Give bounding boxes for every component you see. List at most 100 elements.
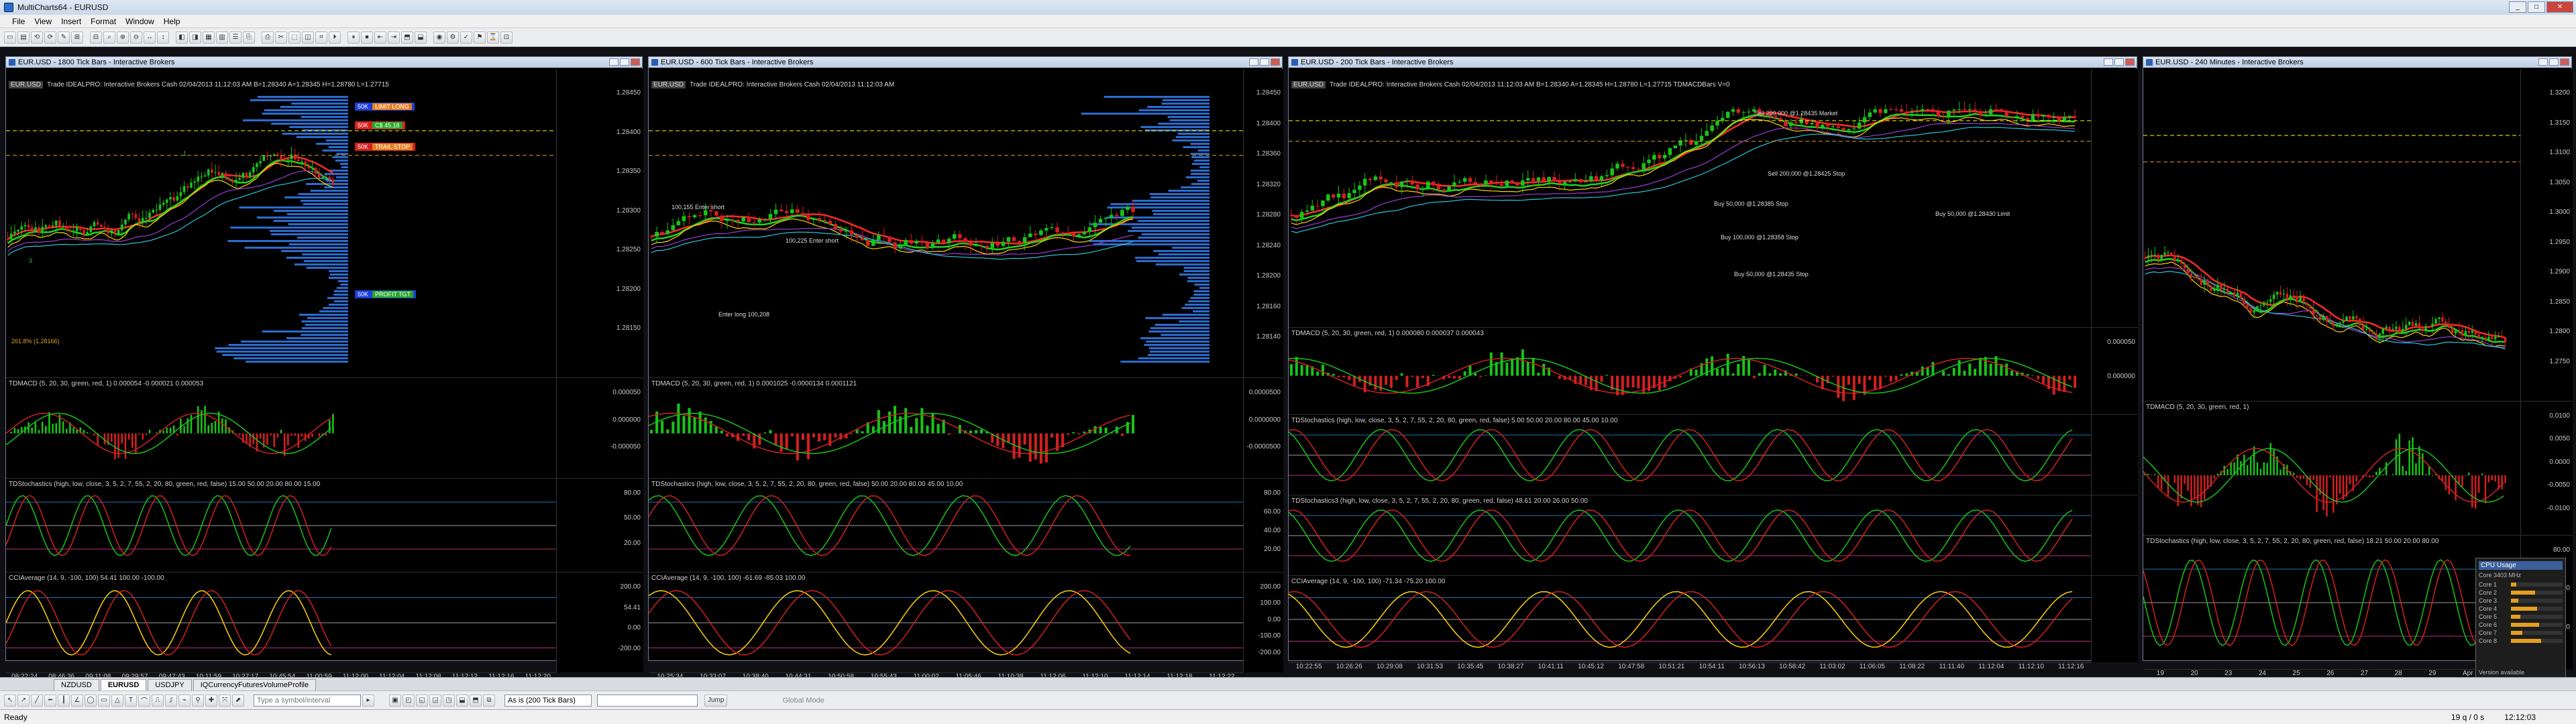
stoch-plot[interactable] (2143, 536, 2520, 670)
toolbar-button-16[interactable]: ☰ (229, 31, 241, 44)
tab-volume-profile[interactable]: IQCurrencyFuturesVolumeProfile (193, 679, 317, 690)
toolbar-button-12[interactable]: ◧ (176, 31, 188, 44)
draw-tool-12[interactable]: ⎎ (165, 694, 177, 707)
macd-plot[interactable] (649, 378, 1243, 479)
toolbar-button-29[interactable]: ⬓ (415, 31, 427, 44)
chart-close-button[interactable] (1271, 58, 1280, 66)
price-axis[interactable]: 1.3200 1.3150 1.3100 1.3050 1.3000 1.2950 1.29… (2520, 69, 2573, 401)
draw-tool-15[interactable]: ✚ (205, 694, 217, 707)
macd-axis[interactable]: 0.0100 0.0050 0.0000 -0.0050 -0.0100 (2520, 402, 2573, 535)
cci-plot[interactable] (649, 572, 1243, 673)
chart-close-button[interactable] (631, 58, 640, 66)
draw-tool-2[interactable]: ╱ (31, 694, 43, 707)
tab-eurusd[interactable]: EURUSD (100, 679, 147, 690)
menu-insert[interactable]: Insert (61, 17, 81, 26)
view-tool-7[interactable]: ⧉ (483, 694, 495, 707)
menu-window[interactable]: Window (125, 17, 154, 26)
price-axis[interactable]: 1.28450 1.28400 1.28350 1.28300 1.28250 1.282… (556, 69, 643, 377)
toolbar-button-13[interactable]: ◨ (189, 31, 201, 44)
draw-tool-5[interactable]: ∠ (71, 694, 83, 707)
view-tool-0[interactable]: ▣ (389, 694, 401, 707)
draw-tool-4[interactable]: ┃ (58, 694, 70, 707)
toolbar-button-35[interactable]: ⊡ (500, 31, 513, 44)
stoch-plot[interactable] (6, 479, 556, 572)
global-mode-label[interactable]: Global Mode (782, 697, 824, 705)
draw-tool-1[interactable]: ↗ (17, 694, 30, 707)
chart-maximize-button[interactable] (620, 58, 629, 66)
menu-help[interactable]: Help (164, 17, 180, 26)
chart-maximize-button[interactable] (2549, 58, 2559, 66)
chart-close-button[interactable] (2125, 58, 2135, 66)
stoch-axis[interactable]: 80.00 50.00 20.00 (556, 479, 643, 572)
draw-tool-9[interactable]: T (125, 694, 137, 707)
stoch2-axis[interactable] (2091, 495, 2138, 575)
toolbar-button-21[interactable]: ◫ (302, 31, 314, 44)
order-marker[interactable]: 50K C$ 45.18 (355, 121, 405, 129)
macd-axis[interactable]: 0.000050 0.000000 (2091, 328, 2138, 414)
price-axis[interactable] (2091, 69, 2138, 327)
draw-tool-13[interactable]: ⌁ (178, 694, 191, 707)
jump-button[interactable]: Jump (704, 694, 728, 707)
toolbar-button-23[interactable]: ⏵ (329, 31, 341, 44)
cci-plot[interactable] (1289, 576, 2091, 663)
cci-axis[interactable] (2091, 576, 2138, 662)
toolbar-button-9[interactable]: ⊖ (130, 31, 142, 44)
toolbar-button-0[interactable]: ▭ (4, 31, 16, 44)
toolbar-button-31[interactable]: ⚙ (447, 31, 459, 44)
toolbar-button-18[interactable]: ⎙ (262, 31, 274, 44)
draw-tool-11[interactable]: ⎍ (152, 694, 164, 707)
toolbar-button-6[interactable]: ⊟ (90, 31, 102, 44)
draw-tool-6[interactable]: ◯ (85, 694, 97, 707)
cci-axis[interactable]: 200.00 100.00 0.00 -100.00 -200.00 (1243, 572, 1283, 672)
toolbar-button-32[interactable]: ✓ (460, 31, 472, 44)
stoch2-plot[interactable] (1289, 495, 2091, 576)
cci-plot[interactable] (6, 572, 556, 673)
view-tool-4[interactable]: ◳ (443, 694, 455, 707)
draw-tool-16[interactable]: ⤧ (219, 694, 231, 707)
go-icon[interactable]: ▸ (362, 694, 374, 707)
macd-plot[interactable] (1289, 328, 2091, 415)
order-marker[interactable]: 50K PROFIT TGT (355, 290, 417, 298)
toolbar-button-25[interactable]: ⏹ (361, 31, 373, 44)
close-button[interactable]: ✕ (2546, 1, 2573, 13)
view-tool-1[interactable]: ◰ (402, 694, 415, 707)
toolbar-button-8[interactable]: ⊕ (117, 31, 129, 44)
price-plot[interactable] (649, 69, 1243, 377)
price-axis[interactable]: 1.28450 1.28400 1.28360 1.28320 1.28280 1.282… (1243, 69, 1283, 377)
menu-file[interactable]: File (12, 17, 25, 26)
toolbar-button-5[interactable]: ⊞ (71, 31, 83, 44)
toolbar-button-1[interactable]: ▤ (17, 31, 30, 44)
chart-minimize-button[interactable] (2538, 58, 2548, 66)
chart-close-button[interactable] (2560, 58, 2569, 66)
toolbar-button-10[interactable]: ↔ (144, 31, 156, 44)
view-tool-2[interactable]: ◱ (416, 694, 428, 707)
macd-plot[interactable] (2143, 402, 2520, 536)
cci-axis[interactable]: 200.00 54.41 0.00 -200.00 (556, 572, 643, 672)
tab-nzdusd[interactable]: NZDUSD (54, 679, 99, 690)
toolbar-button-4[interactable]: ✎ (58, 31, 70, 44)
date-input[interactable] (597, 694, 698, 707)
chart-maximize-button[interactable] (1260, 58, 1269, 66)
toolbar-button-14[interactable]: ▦ (203, 31, 215, 44)
toolbar-button-17[interactable]: ⎘ (243, 31, 255, 44)
stoch-axis[interactable]: 80.00 60.00 40.00 20.00 (1243, 479, 1283, 572)
macd-axis[interactable]: 0.000050 0.000000 -0.000050 (556, 378, 643, 478)
macd-plot[interactable] (6, 378, 556, 479)
toolbar-button-22[interactable]: ⌗ (315, 31, 327, 44)
stoch-axis[interactable] (2091, 415, 2138, 495)
draw-tool-8[interactable]: △ (111, 694, 123, 707)
toolbar-button-20[interactable]: ⬚ (288, 31, 301, 44)
view-tool-3[interactable]: ◲ (429, 694, 441, 707)
stoch-plot[interactable] (1289, 415, 2091, 495)
menu-view[interactable]: View (34, 17, 52, 26)
draw-tool-0[interactable]: ↖ (4, 694, 16, 707)
chart-minimize-button[interactable] (2104, 58, 2113, 66)
price-plot[interactable] (2143, 69, 2520, 401)
toolbar-button-30[interactable]: ◉ (433, 31, 445, 44)
toolbar-button-26[interactable]: ⇤ (374, 31, 386, 44)
toolbar-button-28[interactable]: ⬒ (401, 31, 413, 44)
view-tool-5[interactable]: ⬓ (456, 694, 468, 707)
toolbar-button-19[interactable]: ✂ (275, 31, 287, 44)
resolution-select[interactable]: As is (200 Tick Bars) (504, 694, 592, 707)
toolbar-button-27[interactable]: ⇥ (388, 31, 400, 44)
